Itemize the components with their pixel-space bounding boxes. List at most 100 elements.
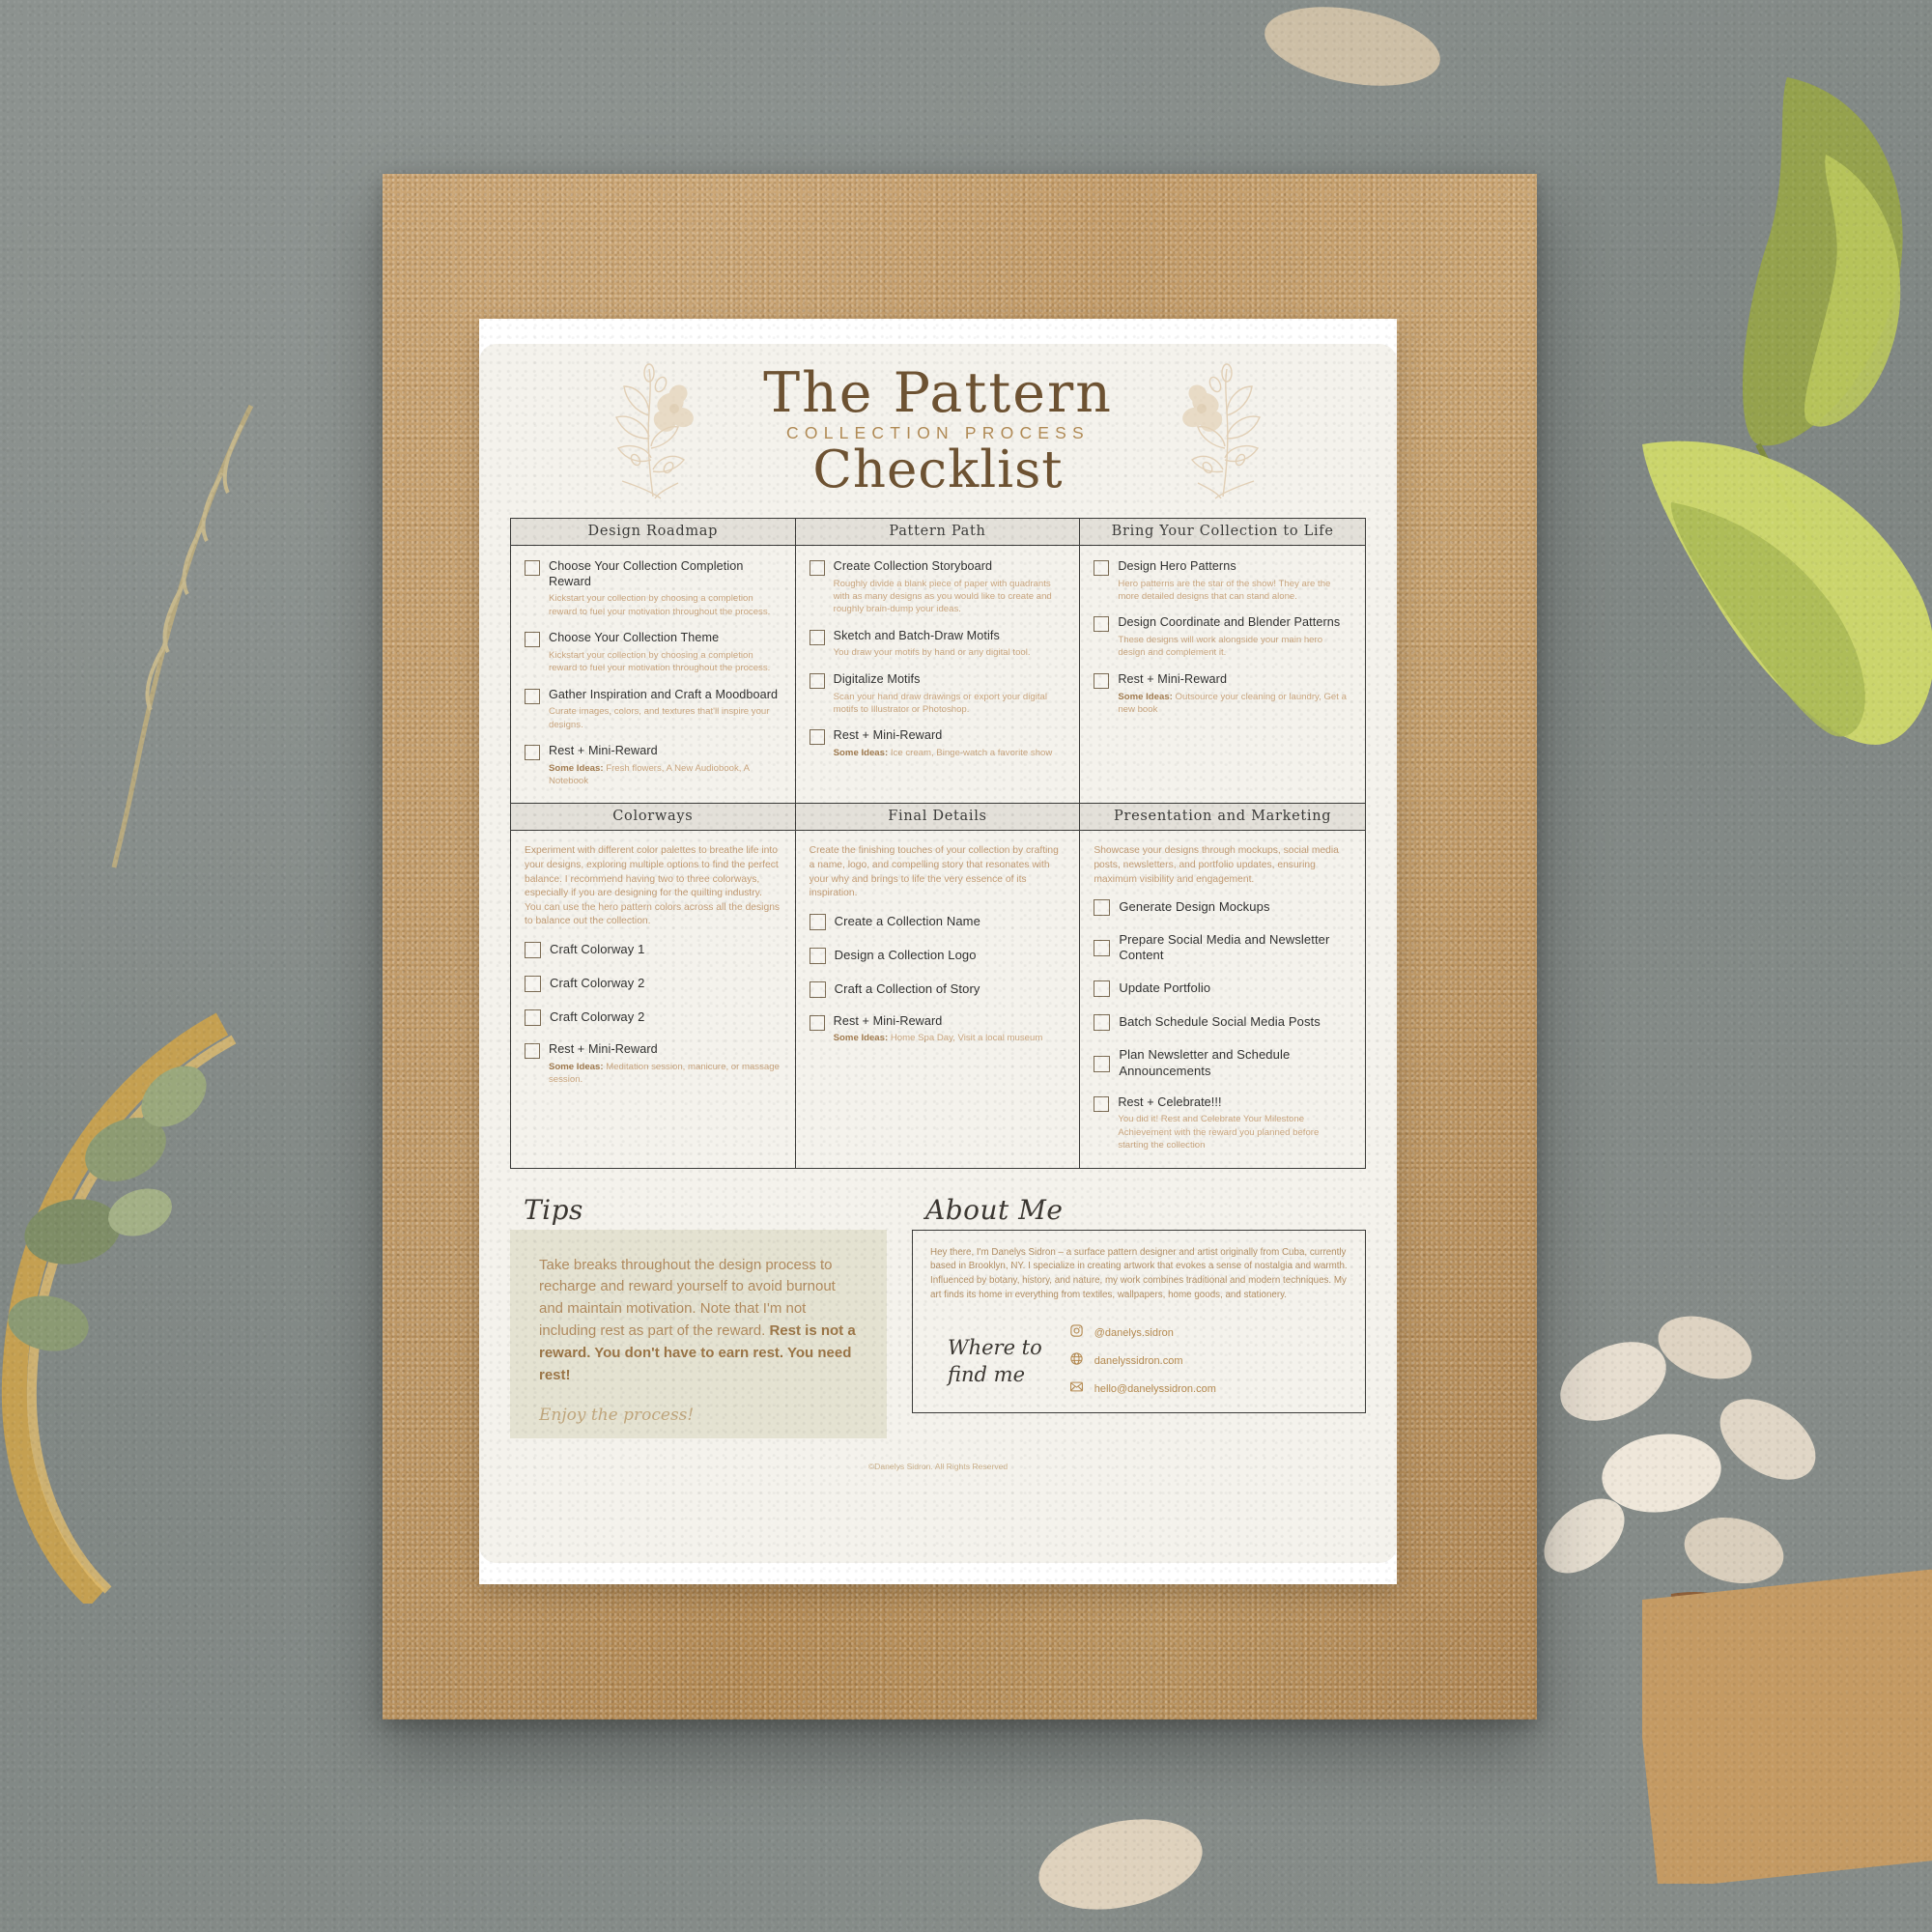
checklist-item-text: Choose Your Collection Completion Reward… [549, 559, 781, 618]
checklist-item-title: Craft Colorway 2 [550, 976, 645, 991]
checklist-item-text: Design a Collection Logo [835, 948, 1066, 963]
checklist-item[interactable]: Design Coordinate and Blender Patterns Th… [1094, 615, 1351, 659]
checklist-item-title: Generate Design Mockups [1119, 899, 1270, 915]
checklist-item-title: Craft a Collection of Story [834, 980, 980, 996]
checkbox-icon[interactable] [1094, 940, 1111, 957]
checklist-item-title: Update Portfolio [1119, 980, 1211, 996]
checklist-item[interactable]: Prepare Social Media and Newsletter Cont… [1094, 932, 1351, 963]
checklist-item-desc: Some Ideas: Ice cream, Binge-watch a fav… [834, 747, 1066, 759]
cell-heading-presentation-and-marketing: Presentation and Marketing [1080, 804, 1365, 832]
checklist-item[interactable]: Craft a Collection of Story [809, 980, 1066, 998]
checklist-item[interactable]: Plan Newsletter and Schedule Announcemen… [1094, 1047, 1351, 1078]
checklist-item-title: Batch Schedule Social Media Posts [1119, 1014, 1321, 1030]
checklist-item[interactable]: Digitalize Motifs Scan your hand draw dra… [809, 671, 1066, 716]
checkbox-icon[interactable] [525, 632, 540, 648]
checkbox-icon[interactable] [1094, 1014, 1111, 1032]
checklist-item-title: Digitalize Motifs [833, 671, 921, 686]
checklist-item-desc: You did it! Rest and Celebrate Your Mile… [1118, 1114, 1320, 1151]
checkbox-icon[interactable] [809, 560, 825, 576]
checklist-item[interactable]: Choose Your Collection Theme Kickstart yo… [525, 631, 781, 674]
checklist-item-desc: Roughly divide a blank piece of paper wi… [833, 578, 1052, 615]
contact-row[interactable]: @danelys.sidron [1069, 1323, 1216, 1343]
cell-body-presentation-and-marketing: Showcase your designs through mockups, s… [1080, 831, 1365, 1167]
checklist-item-title: Prepare Social Media and Newsletter Cont… [1119, 932, 1330, 963]
contact-row[interactable]: hello@danelyssidron.com [1069, 1379, 1216, 1399]
checkbox-icon[interactable] [525, 1009, 541, 1027]
checkbox-icon[interactable] [809, 629, 825, 645]
checklist-cell-colorways: Colorways Experiment with different color… [511, 804, 796, 1168]
checklist-item-text: Design Coordinate and Blender Patterns Th… [1118, 615, 1351, 659]
checklist-item-desc: Some Ideas: Meditation session, manicure… [549, 1061, 781, 1087]
tips-text: Take breaks throughout the design proces… [539, 1255, 858, 1387]
checklist-item[interactable]: Rest + Mini-Reward Some Ideas: Fresh flow… [525, 744, 781, 787]
checklist-item[interactable]: Rest + Celebrate!!! You did it! Rest and … [1094, 1095, 1351, 1152]
checklist-item-text: Rest + Mini-Reward Some Ideas: Fresh flow… [549, 744, 781, 787]
checkbox-icon[interactable] [1094, 672, 1110, 689]
checklist-item[interactable]: Create a Collection Name [809, 913, 1066, 930]
checklist-item[interactable]: Design Hero Patterns Hero patterns are th… [1094, 559, 1351, 603]
checklist-item[interactable]: Update Portfolio [1094, 980, 1351, 998]
checkbox-icon[interactable] [1094, 560, 1110, 576]
checklist-item[interactable]: Rest + Mini-Reward Some Ideas: Ice cream,… [809, 728, 1066, 759]
checklist-item-desc-body: Home Spa Day, Visit a local museum [890, 1033, 1043, 1044]
checklist-item[interactable]: Create Collection Storyboard Roughly divi… [809, 559, 1066, 616]
checkbox-icon[interactable] [525, 942, 541, 959]
checklist-item[interactable]: Craft Colorway 2 [525, 1009, 781, 1027]
checklist-item[interactable]: Rest + Mini-Reward Some Ideas: Outsource … [1094, 672, 1351, 716]
checkbox-icon[interactable] [1094, 1055, 1111, 1072]
checklist-item-text: Plan Newsletter and Schedule Announcemen… [1119, 1047, 1351, 1078]
plant-leaves-top-right [1742, 77, 1903, 541]
checkbox-icon[interactable] [809, 729, 825, 746]
checklist-item-desc: Kickstart your collection by choosing a … [549, 593, 771, 617]
about-box: Hey there, I'm Danelys Sidron – a surfac… [912, 1229, 1366, 1414]
checklist-item-text: Rest + Mini-Reward Some Ideas: Home Spa D… [834, 1014, 1066, 1045]
checklist-item-desc: Scan your hand draw drawings or export y… [833, 691, 1047, 715]
checklist-item[interactable]: Choose Your Collection Completion Reward… [525, 559, 781, 618]
checklist-item[interactable]: Rest + Mini-Reward Some Ideas: Home Spa D… [809, 1014, 1066, 1045]
checkbox-icon[interactable] [525, 1043, 540, 1060]
checklist-item-title: Gather Inspiration and Craft a Moodboard [549, 687, 779, 701]
contact-row[interactable]: danelyssidron.com [1069, 1351, 1216, 1371]
checkbox-icon[interactable] [525, 976, 541, 993]
checklist-item[interactable]: Rest + Mini-Reward Some Ideas: Meditation… [525, 1042, 781, 1086]
dried-grass-left [111, 404, 254, 868]
checkbox-icon[interactable] [1094, 899, 1111, 917]
checklist-item[interactable]: Generate Design Mockups [1094, 898, 1351, 917]
checkbox-icon[interactable] [1094, 1095, 1110, 1112]
checkbox-icon[interactable] [809, 672, 825, 689]
checkbox-icon[interactable] [1094, 980, 1111, 998]
contact-value: hello@danelyssidron.com [1094, 1383, 1216, 1396]
checklist-item-desc: Hero patterns are the star of the show! … [1118, 578, 1331, 603]
checklist-item[interactable]: Batch Schedule Social Media Posts [1094, 1013, 1351, 1032]
cell-heading-colorways: Colorways [511, 804, 795, 832]
kraft-card-bottom-right [1642, 1569, 1932, 1884]
checklist-item[interactable]: Craft Colorway 1 [525, 941, 781, 959]
checklist-item[interactable]: Sketch and Batch-Draw Motifs You draw you… [809, 629, 1066, 660]
checkbox-icon[interactable] [809, 947, 826, 964]
dried-petal-bottom [1038, 1819, 1203, 1910]
checklist-item-title: Craft Colorway 1 [550, 942, 645, 957]
checkbox-icon[interactable] [809, 913, 826, 930]
cell-intro-presentation-and-marketing: Showcase your designs through mockups, s… [1094, 845, 1339, 885]
checkbox-icon[interactable] [809, 980, 826, 998]
cell-heading-pattern-path: Pattern Path [795, 519, 1080, 546]
checkbox-icon[interactable] [525, 560, 540, 576]
page-title: The Pattern [763, 361, 1113, 425]
checklist-item-title: Rest + Mini-Reward [833, 728, 943, 743]
checklist-cell-design-roadmap: Design Roadmap Choose Your Collection Com… [511, 519, 796, 805]
checklist-cell-pattern-path: Pattern Path Create Collection Storyboard… [795, 519, 1081, 805]
checkbox-icon[interactable] [525, 688, 540, 704]
checklist-item[interactable]: Gather Inspiration and Craft a Moodboard… [525, 688, 781, 731]
page-title-script: Checklist [812, 440, 1064, 499]
envelope-icon [1069, 1379, 1084, 1399]
checkbox-icon[interactable] [525, 744, 540, 760]
checkbox-icon[interactable] [1094, 616, 1110, 633]
checklist-item[interactable]: Design a Collection Logo [809, 947, 1066, 964]
checklist-item-title: Create Collection Storyboard [833, 559, 993, 573]
plant-leaves-right [1642, 440, 1932, 745]
checklist-item-text: Choose Your Collection Theme Kickstart yo… [549, 631, 781, 674]
checkbox-icon[interactable] [809, 1014, 825, 1031]
checklist-item[interactable]: Craft Colorway 2 [525, 975, 781, 993]
checklist-item-desc-lead: Some Ideas: [1118, 691, 1173, 702]
about-label: About Me [925, 1193, 1064, 1226]
